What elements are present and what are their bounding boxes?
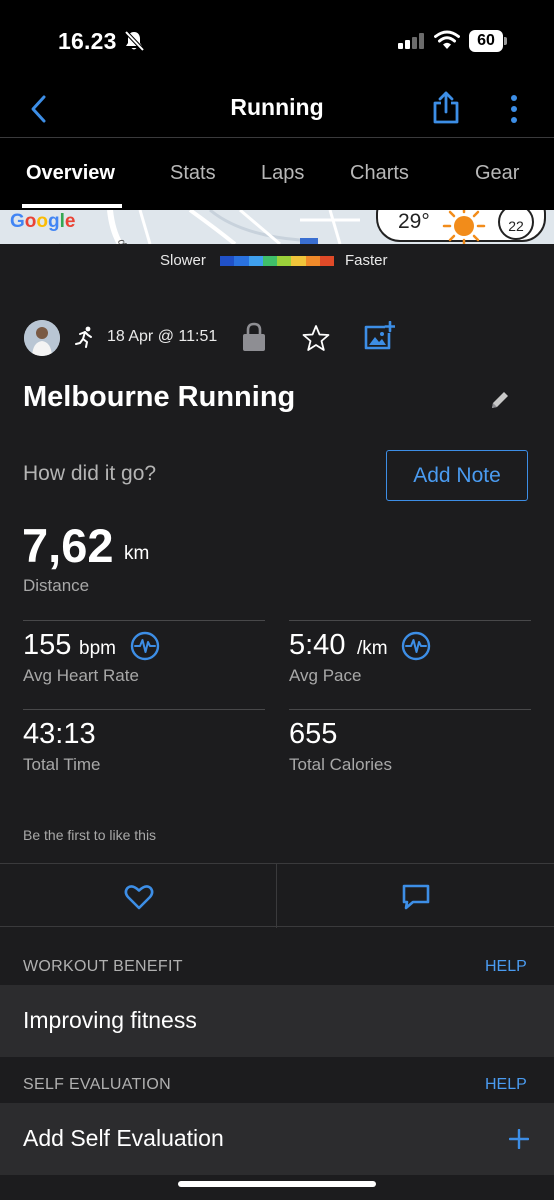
- weather-temperature: 29°: [398, 210, 430, 233]
- tab-charts[interactable]: Charts: [350, 162, 409, 185]
- battery-level: 60: [469, 30, 503, 52]
- avatar[interactable]: [24, 320, 60, 356]
- self-evaluation-help-link[interactable]: HELP: [485, 1076, 527, 1094]
- like-heart-icon[interactable]: [124, 884, 154, 910]
- heart-rate-value: 155: [23, 629, 72, 661]
- heart-rate-unit: bpm: [79, 638, 116, 659]
- pace-color-swatch: [234, 256, 249, 266]
- avatar-image: [24, 320, 60, 356]
- add-plus-icon[interactable]: [509, 1129, 529, 1149]
- status-time: 16.23: [58, 28, 117, 54]
- page-title: Running: [230, 94, 324, 120]
- workout-benefit-heading: WORKOUT BENEFIT: [23, 958, 183, 975]
- distance-unit: km: [124, 543, 150, 564]
- pace-color-scale: [220, 256, 334, 266]
- legend-slower-label: Slower: [160, 252, 206, 269]
- calories-label: Total Calories: [289, 755, 392, 774]
- nav-bar: Running: [0, 84, 554, 138]
- heart-rate-label: Avg Heart Rate: [23, 666, 139, 685]
- active-tab-indicator: [22, 204, 122, 208]
- bell-off-icon: [124, 30, 144, 52]
- feedback-prompt: How did it go?: [23, 462, 157, 485]
- pace-color-swatch: [262, 256, 277, 266]
- pace-value: 5:40: [289, 629, 346, 661]
- pace-color-swatch: [248, 256, 263, 266]
- lock-icon[interactable]: [242, 322, 266, 352]
- legend-faster-label: Faster: [345, 252, 388, 269]
- total-time-value: 43:13: [23, 718, 96, 750]
- distance-value: 7,62: [22, 519, 114, 572]
- pace-legend: Slower Faster: [0, 244, 554, 280]
- wifi-icon: [434, 30, 460, 49]
- heart-rate-zone-icon[interactable]: [130, 631, 160, 661]
- calories-value: 655: [289, 718, 338, 750]
- divider: [289, 709, 531, 710]
- divider: [23, 620, 265, 621]
- tab-stats[interactable]: Stats: [170, 162, 216, 185]
- wind-speed: 22: [498, 210, 534, 240]
- activity-date: 18 Apr @ 11:51: [107, 328, 218, 345]
- tab-gear[interactable]: Gear: [475, 162, 519, 185]
- tab-bar: Overview Stats Laps Charts Gear: [0, 138, 554, 210]
- more-options-icon[interactable]: [506, 94, 522, 124]
- edit-pencil-icon[interactable]: [488, 388, 512, 412]
- pace-label: Avg Pace: [289, 666, 362, 685]
- weather-badge: 29° 22: [376, 210, 546, 244]
- activity-title: Melbourne Running: [23, 381, 296, 413]
- signal-icon: [398, 33, 426, 49]
- divider: [23, 709, 265, 710]
- workout-benefit-help-link[interactable]: HELP: [485, 958, 527, 976]
- social-actions: [0, 863, 554, 928]
- like-prompt: Be the first to like this: [23, 827, 157, 843]
- add-photo-icon[interactable]: [363, 321, 395, 351]
- tab-laps[interactable]: Laps: [261, 162, 304, 185]
- route-map[interactable]: don St err Google 29° 22: [0, 210, 554, 244]
- pace-color-swatch: [220, 256, 235, 266]
- self-evaluation-card[interactable]: Add Self Evaluation: [0, 1103, 554, 1175]
- comment-icon[interactable]: [401, 883, 431, 911]
- self-evaluation-label: Add Self Evaluation: [23, 1125, 224, 1151]
- pace-color-swatch: [277, 256, 292, 266]
- total-time-label: Total Time: [23, 755, 101, 774]
- home-indicator[interactable]: [178, 1181, 376, 1187]
- running-activity-icon: [75, 326, 92, 348]
- battery-icon: 60: [469, 30, 507, 52]
- add-note-button[interactable]: Add Note: [386, 450, 528, 501]
- tab-overview[interactable]: Overview: [26, 162, 115, 185]
- divider: [289, 620, 531, 621]
- workout-benefit-value: Improving fitness: [23, 1007, 197, 1033]
- favorite-star-icon[interactable]: [302, 324, 330, 352]
- divider: [276, 864, 277, 928]
- self-evaluation-heading: SELF EVALUATION: [23, 1076, 171, 1093]
- pace-unit: /km: [357, 638, 388, 659]
- pace-zone-icon[interactable]: [401, 631, 431, 661]
- status-bar: 16.23 60: [0, 0, 554, 84]
- sun-icon: [442, 210, 486, 244]
- pace-color-swatch: [291, 256, 306, 266]
- workout-benefit-card[interactable]: Improving fitness: [0, 985, 554, 1057]
- share-icon[interactable]: [432, 90, 460, 124]
- pace-color-swatch: [305, 256, 320, 266]
- activity-screen: 16.23 60 Running Overview Stats Laps Cha…: [0, 0, 554, 1200]
- pace-color-swatch: [319, 256, 334, 266]
- distance-label: Distance: [23, 576, 90, 595]
- map-brand-logo: Google: [10, 211, 76, 232]
